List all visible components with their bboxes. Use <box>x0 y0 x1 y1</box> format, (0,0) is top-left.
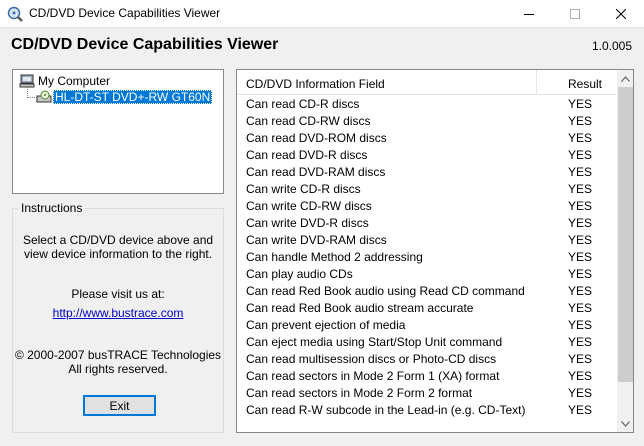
minimize-button[interactable] <box>506 0 552 28</box>
cell-field: Can prevent ejection of media <box>246 318 406 332</box>
instructions-text: Select a CD/DVD device above and view de… <box>0 233 236 261</box>
cell-result: YES <box>567 148 592 162</box>
copyright-line-2: All rights reserved. <box>68 362 168 376</box>
title-bar: CD/DVD Device Capabilities Viewer <box>0 0 644 28</box>
cell-result: YES <box>567 131 592 145</box>
column-header-result[interactable]: Result <box>542 77 602 91</box>
cell-result: YES <box>567 403 592 417</box>
cell-result: YES <box>567 114 592 128</box>
table-row[interactable]: Can read DVD-ROM discs YES <box>237 129 617 146</box>
scrollbar-thumb[interactable] <box>618 87 633 382</box>
cell-field: Can write DVD-RAM discs <box>246 233 387 247</box>
table-row[interactable]: Can write DVD-RAM discs YES <box>237 231 617 248</box>
capabilities-list[interactable]: CD/DVD Information Field Result Can read… <box>236 69 634 433</box>
list-header: CD/DVD Information Field Result <box>237 70 617 95</box>
exit-button[interactable]: Exit <box>83 395 156 416</box>
cell-result: YES <box>567 335 592 349</box>
cell-result: YES <box>567 233 592 247</box>
tree-item-device[interactable]: HL-DT-ST DVD+-RW GT60N <box>35 89 213 105</box>
table-row[interactable]: Can read CD-RW discs YES <box>237 112 617 129</box>
vertical-scrollbar[interactable] <box>617 70 633 432</box>
cell-result: YES <box>567 165 592 179</box>
table-row[interactable]: Can prevent ejection of media YES <box>237 316 617 333</box>
chevron-down-icon <box>621 420 630 427</box>
table-row[interactable]: Can read CD-R discs YES <box>237 95 617 112</box>
scroll-down-button[interactable] <box>617 415 633 432</box>
column-header-field[interactable]: CD/DVD Information Field <box>246 77 385 91</box>
maximize-icon <box>570 9 580 19</box>
cell-result: YES <box>567 250 592 264</box>
table-row[interactable]: Can read Red Book audio using Read CD co… <box>237 282 617 299</box>
cell-field: Can read Red Book audio stream accurate <box>246 301 474 315</box>
cell-result: YES <box>567 301 592 315</box>
column-divider[interactable] <box>536 70 537 95</box>
cell-result: YES <box>567 369 592 383</box>
table-row[interactable]: Can read R-W subcode in the Lead-in (e.g… <box>237 401 617 418</box>
app-magnifier-disc-icon <box>7 6 23 22</box>
table-row[interactable]: Can read sectors in Mode 2 Form 2 format… <box>237 384 617 401</box>
cell-result: YES <box>567 97 592 111</box>
table-row[interactable]: Can read sectors in Mode 2 Form 1 (XA) f… <box>237 367 617 384</box>
cell-field: Can read DVD-RAM discs <box>246 165 386 179</box>
scroll-up-button[interactable] <box>617 70 633 87</box>
website-link[interactable]: http://www.bustrace.com <box>53 306 184 320</box>
cell-result: YES <box>567 284 592 298</box>
cell-field: Can write CD-R discs <box>246 182 361 196</box>
close-icon <box>616 9 626 19</box>
close-button[interactable] <box>598 0 644 28</box>
cell-field: Can read R-W subcode in the Lead-in (e.g… <box>246 403 526 417</box>
table-row[interactable]: Can write DVD-R discs YES <box>237 214 617 231</box>
cell-field: Can read sectors in Mode 2 Form 2 format <box>246 386 473 400</box>
table-row[interactable]: Can read multisession discs or Photo-CD … <box>237 350 617 367</box>
minimize-icon <box>524 14 534 15</box>
table-row[interactable]: Can write CD-R discs YES <box>237 180 617 197</box>
cell-result: YES <box>567 267 592 281</box>
cell-result: YES <box>567 199 592 213</box>
cell-field: Can write CD-RW discs <box>246 199 372 213</box>
cell-result: YES <box>567 386 592 400</box>
tree-label-my-computer: My Computer <box>38 74 111 88</box>
table-row[interactable]: Can eject media using Start/Stop Unit co… <box>237 333 617 350</box>
cell-result: YES <box>567 216 592 230</box>
cell-field: Can read CD-R discs <box>246 97 360 111</box>
cell-result: YES <box>567 318 592 332</box>
copyright-text: © 2000-2007 busTRACE Technologies All ri… <box>0 348 236 376</box>
cell-field: Can write DVD-R discs <box>246 216 369 230</box>
device-tree[interactable]: My Computer HL-DT-ST DVD+-RW GT60N <box>12 69 224 194</box>
cell-field: Can read Red Book audio using Read CD co… <box>246 284 525 298</box>
app-header: CD/DVD Device Capabilities Viewer 1.0.00… <box>0 29 644 61</box>
copyright-line-1: © 2000-2007 busTRACE Technologies <box>14 348 222 362</box>
table-row[interactable]: Can write CD-RW discs YES <box>237 197 617 214</box>
table-row[interactable]: Can read Red Book audio stream accurate Y… <box>237 299 617 316</box>
cell-field: Can handle Method 2 addressing <box>246 250 423 264</box>
table-row[interactable]: Can read DVD-R discs YES <box>237 146 617 163</box>
table-row[interactable]: Can read DVD-RAM discs YES <box>237 163 617 180</box>
cell-field: Can eject media using Start/Stop Unit co… <box>246 335 503 349</box>
table-row[interactable]: Can handle Method 2 addressing YES <box>237 248 617 265</box>
tree-label-device: HL-DT-ST DVD+-RW GT60N <box>53 90 213 104</box>
cell-result: YES <box>567 352 592 366</box>
cell-field: Can read CD-RW discs <box>246 114 371 128</box>
version-label: 1.0.005 <box>591 39 632 53</box>
website-link-row: http://www.bustrace.com <box>0 306 236 320</box>
instructions-line-1: Select a CD/DVD device above and <box>22 233 214 247</box>
visit-label: Please visit us at: <box>71 287 165 301</box>
cell-field: Can read sectors in Mode 2 Form 1 (XA) f… <box>246 369 500 383</box>
instructions-line-2: view device information to the right. <box>23 247 213 261</box>
chevron-up-icon <box>621 75 630 82</box>
maximize-button[interactable] <box>552 0 598 28</box>
window-title: CD/DVD Device Capabilities Viewer <box>29 6 221 20</box>
cell-field: Can read multisession discs or Photo-CD … <box>246 352 497 366</box>
cd-drive-icon <box>35 89 53 105</box>
instructions-legend: Instructions <box>18 201 86 215</box>
cell-field: Can read DVD-R discs <box>246 148 368 162</box>
cell-result: YES <box>567 182 592 196</box>
cell-field: Can read DVD-ROM discs <box>246 131 387 145</box>
page-title: CD/DVD Device Capabilities Viewer <box>11 36 279 53</box>
list-rows: Can read CD-R discs YES Can read CD-RW dis… <box>237 95 617 418</box>
cell-field: Can play audio CDs <box>246 267 353 281</box>
table-row[interactable]: Can play audio CDs YES <box>237 265 617 282</box>
